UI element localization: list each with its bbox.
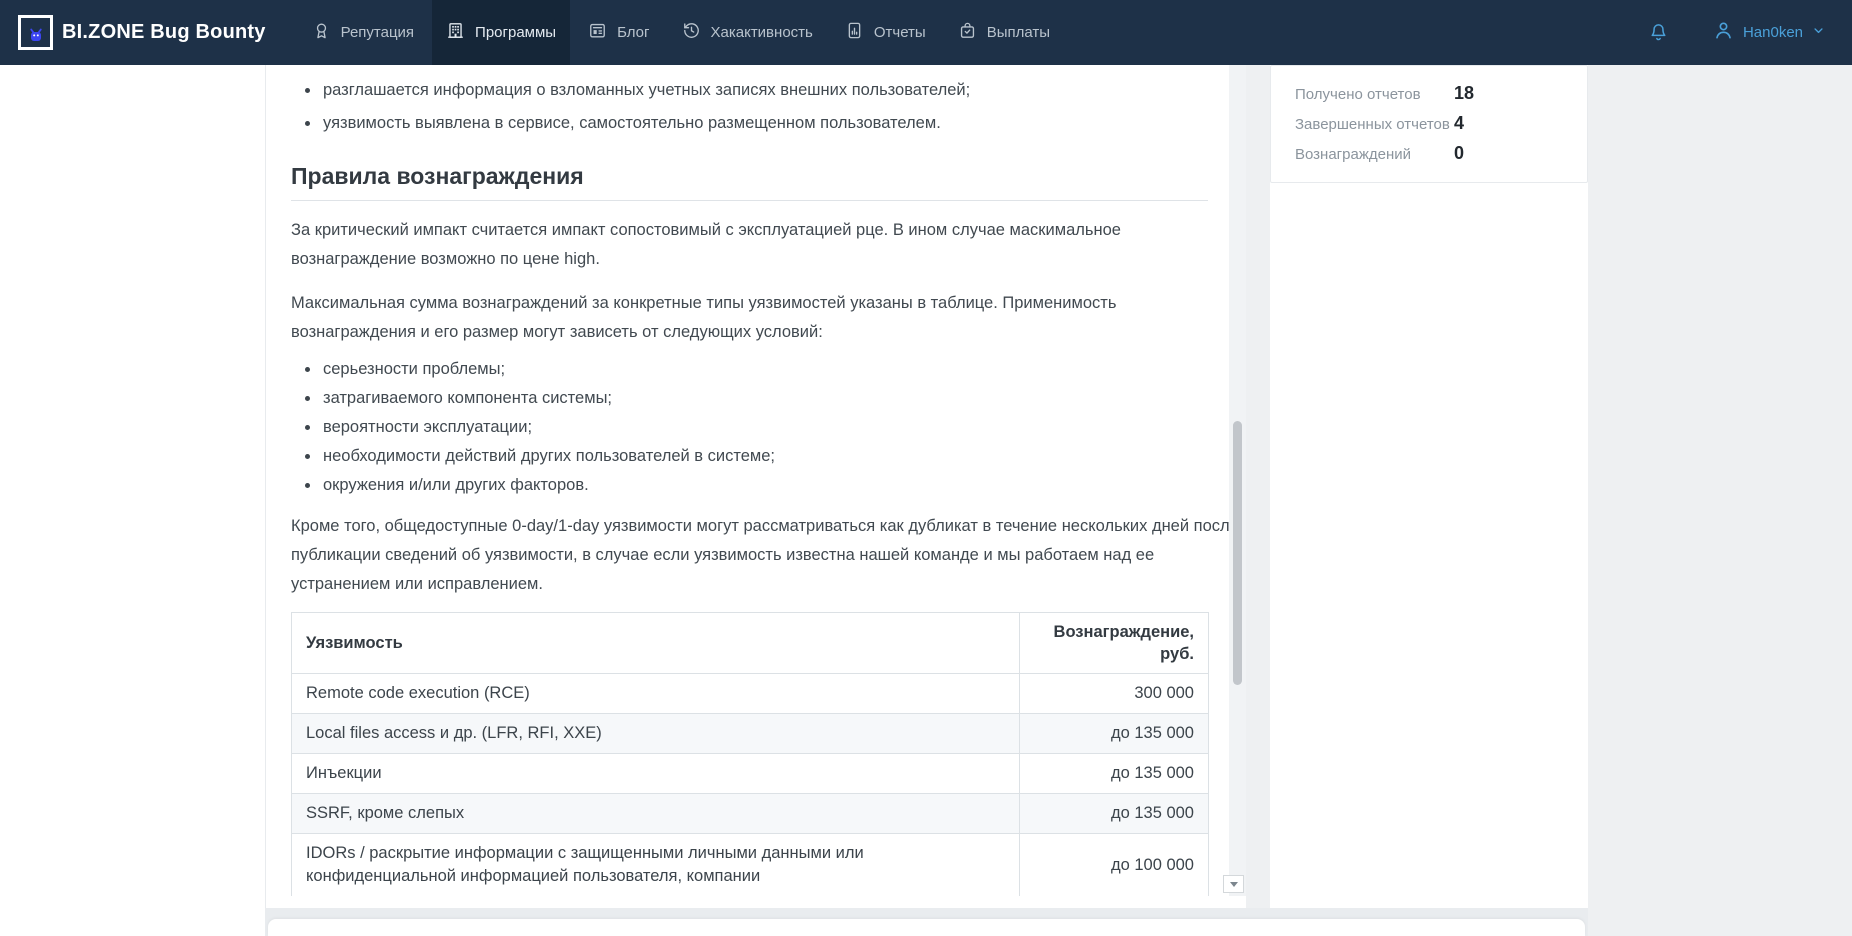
vulnerability-cell: Local files access и др. (LFR, RFI, XXE)	[292, 714, 1020, 754]
vulnerability-cell: SSRF, кроме слепых	[292, 794, 1020, 834]
history-clock-icon	[682, 21, 701, 44]
building-icon	[446, 21, 465, 44]
paragraph-line: вознаграждения и его размер могут зависе…	[291, 318, 1208, 347]
table-row: Инъекции до 135 000	[292, 754, 1209, 794]
stat-row-rewards: Вознаграждений 0	[1295, 141, 1563, 167]
next-section-card	[268, 919, 1585, 936]
page-background-right	[1588, 65, 1852, 936]
list-item: окружения и/или других факторов.	[291, 473, 1208, 497]
nav-item-label: Репутация	[341, 24, 414, 41]
list-item-text: вероятности эксплуатации;	[323, 418, 532, 436]
column-header-reward: Вознаграждение, руб.	[1020, 613, 1209, 674]
down-arrow-icon	[1230, 882, 1238, 887]
notifications-bell-icon[interactable]	[1647, 21, 1670, 44]
list-item: необходимости действий других пользовате…	[291, 444, 1208, 468]
paragraph: Максимальная сумма вознаграждений за кон…	[291, 289, 1208, 347]
nav-item-reports[interactable]: Отчеты	[831, 0, 940, 65]
program-stats-card: Получено отчетов 18 Завершенных отчетов …	[1270, 65, 1588, 183]
nav-item-label: Программы	[475, 24, 556, 41]
nav-item-label: Отчеты	[874, 24, 926, 41]
table-row: SSRF, кроме слепых до 135 000	[292, 794, 1209, 834]
page-background-gap	[1246, 65, 1270, 936]
rewards-heading: Правила вознаграждения	[291, 161, 1208, 191]
table-header-row: Уязвимость Вознаграждение, руб.	[292, 613, 1209, 674]
paragraph-line: Кроме того, общедоступные 0-day/1-day уя…	[291, 512, 1208, 541]
conditions-list: серьезности проблемы; затрагиваемого ком…	[291, 357, 1208, 497]
reward-cell: до 135 000	[1020, 754, 1209, 794]
nav-item-label: Хакактивность	[711, 24, 813, 41]
reward-cell: до 135 000	[1020, 794, 1209, 834]
page-body: разглашается информация о взломанных уче…	[0, 65, 1852, 936]
column-header-line: Вознаграждение,	[1034, 621, 1194, 643]
app-root: BI.ZONE Bug Bounty Репутация	[0, 0, 1852, 936]
vulnerability-cell: Инъекции	[292, 754, 1020, 794]
scrollbar-thumb[interactable]	[1233, 421, 1242, 685]
user-icon	[1712, 19, 1735, 47]
table-row: Local files access и др. (LFR, RFI, XXE)…	[292, 714, 1209, 754]
paragraph-line: Максимальная сумма вознаграждений за кон…	[291, 289, 1208, 318]
paragraph-line: За критический импакт считается импакт с…	[291, 216, 1208, 245]
list-item-text: окружения и/или других факторов.	[323, 476, 589, 494]
paragraph-line: вознаграждение возможно по цене high.	[291, 245, 1208, 274]
reward-cell: до 135 000	[1020, 714, 1209, 754]
list-item-text: уязвимость выявлена в сервисе, самостоят…	[323, 114, 941, 132]
list-item-text: разглашается информация о взломанных уче…	[323, 81, 970, 99]
paragraph: За критический импакт считается импакт с…	[291, 216, 1208, 274]
medal-icon	[312, 21, 331, 44]
nav-item-reputation[interactable]: Репутация	[298, 0, 428, 65]
table-row: IDORs / раскрытие информации с защищенны…	[292, 834, 1209, 897]
list-item: вероятности эксплуатации;	[291, 415, 1208, 439]
nav-item-programs[interactable]: Программы	[432, 0, 570, 65]
nav-item-blog[interactable]: Блог	[574, 0, 663, 65]
stat-label: Вознаграждений	[1295, 142, 1454, 167]
nav-item-label: Выплаты	[987, 24, 1050, 41]
exclusions-list: разглашается информация о взломанных уче…	[291, 78, 1208, 136]
chevron-down-icon	[1811, 23, 1826, 43]
table-row: Remote code execution (RCE) 300 000	[292, 674, 1209, 714]
rewards-table: Уязвимость Вознаграждение, руб. Remote c…	[291, 612, 1209, 896]
report-document-icon	[845, 21, 864, 44]
user-menu[interactable]: Han0ken	[1712, 19, 1826, 47]
stat-row-received: Получено отчетов 18	[1295, 81, 1563, 107]
next-section-band	[265, 908, 1588, 936]
content-scrollbar-track[interactable]	[1229, 65, 1246, 896]
reward-cell: до 100 000	[1020, 834, 1209, 897]
column-header-line: руб.	[1034, 643, 1194, 665]
username: Han0ken	[1743, 24, 1803, 41]
nav-item-label: Блог	[617, 24, 649, 41]
newspaper-icon	[588, 21, 607, 44]
list-item: уязвимость выявлена в сервисе, самостоят…	[291, 111, 1208, 136]
paragraph-line: устранением или исправлением.	[291, 570, 1208, 599]
vulnerability-cell: IDORs / раскрытие информации с защищенны…	[292, 834, 1020, 897]
reward-cell: 300 000	[1020, 674, 1209, 714]
scroll-down-button[interactable]	[1223, 875, 1244, 893]
nav-item-hacktivity[interactable]: Хакактивность	[668, 0, 827, 65]
heading-divider	[291, 200, 1208, 201]
stat-value: 4	[1454, 111, 1464, 136]
paragraph-line: публикации сведений об уязвимости, в слу…	[291, 541, 1208, 570]
list-item: затрагиваемого компонента системы;	[291, 386, 1208, 410]
stat-label: Получено отчетов	[1295, 82, 1454, 107]
stat-row-completed: Завершенных отчетов 4	[1295, 111, 1563, 137]
list-item: серьезности проблемы;	[291, 357, 1208, 381]
stat-value: 0	[1454, 141, 1464, 166]
main-nav: Репутация Программы	[296, 0, 1066, 65]
payout-bag-icon	[958, 21, 977, 44]
nav-item-payouts[interactable]: Выплаты	[944, 0, 1064, 65]
top-navbar: BI.ZONE Bug Bounty Репутация	[0, 0, 1852, 65]
column-header-vulnerability: Уязвимость	[292, 613, 1020, 674]
program-description-panel: разглашается информация о взломанных уче…	[266, 65, 1246, 896]
bizone-logo-icon	[18, 15, 53, 50]
brand-home-link[interactable]: BI.ZONE Bug Bounty	[0, 15, 266, 50]
list-item: разглашается информация о взломанных уче…	[291, 78, 1208, 103]
brand-title: BI.ZONE Bug Bounty	[62, 21, 266, 44]
stat-label: Завершенных отчетов	[1295, 112, 1454, 137]
stat-value: 18	[1454, 81, 1474, 106]
list-item-text: серьезности проблемы;	[323, 360, 505, 378]
vulnerability-cell: Remote code execution (RCE)	[292, 674, 1020, 714]
paragraph: Кроме того, общедоступные 0-day/1-day уя…	[291, 512, 1208, 599]
navbar-right: Han0ken	[1647, 19, 1852, 47]
list-item-text: необходимости действий других пользовате…	[323, 447, 775, 465]
list-item-text: затрагиваемого компонента системы;	[323, 389, 612, 407]
